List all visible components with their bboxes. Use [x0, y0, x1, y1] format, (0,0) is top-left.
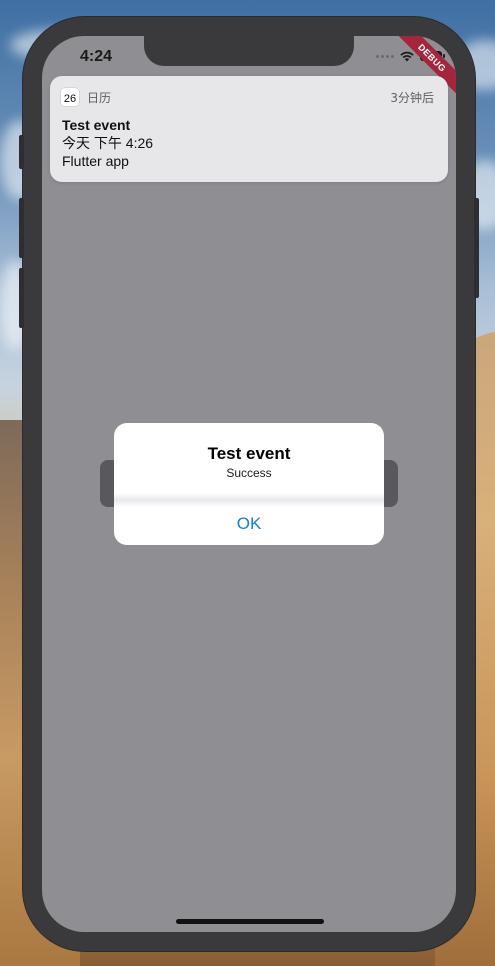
- notification-header: 26 日历 3分钟后: [61, 87, 434, 107]
- dialog-divider: [114, 493, 384, 507]
- calendar-notification[interactable]: 26 日历 3分钟后 Test event 今天 下午 4:26 Flutter…: [50, 76, 448, 182]
- alert-dialog: Test event Success OK: [114, 423, 384, 545]
- dialog-title: Test event: [207, 444, 291, 463]
- ok-button[interactable]: OK: [114, 507, 384, 541]
- notification-title: Test event: [62, 117, 131, 133]
- status-time: 4:24: [80, 48, 113, 65]
- notification-app-name: 日历: [87, 90, 112, 105]
- notification-body: Test event 今天 下午 4:26 Flutter app: [62, 116, 153, 170]
- volume-up-button: [19, 198, 24, 258]
- power-button: [474, 198, 479, 298]
- silent-switch: [19, 135, 24, 169]
- notification-time: 3分钟后: [390, 90, 434, 105]
- phone-screen: 4:24 DEBUG 26 日历 3分钟后 Test event 今天 下午 4…: [42, 36, 456, 932]
- notch: [144, 36, 354, 66]
- notification-text: Flutter app: [62, 153, 129, 169]
- notification-subtitle: 今天 下午 4:26: [62, 135, 154, 151]
- dialog-message: Success: [226, 466, 272, 480]
- wifi-icon: [400, 51, 414, 62]
- calendar-icon: 26: [61, 88, 79, 106]
- cellular-signal-icon: [376, 54, 394, 58]
- volume-down-button: [19, 268, 24, 328]
- home-indicator[interactable]: [176, 919, 324, 924]
